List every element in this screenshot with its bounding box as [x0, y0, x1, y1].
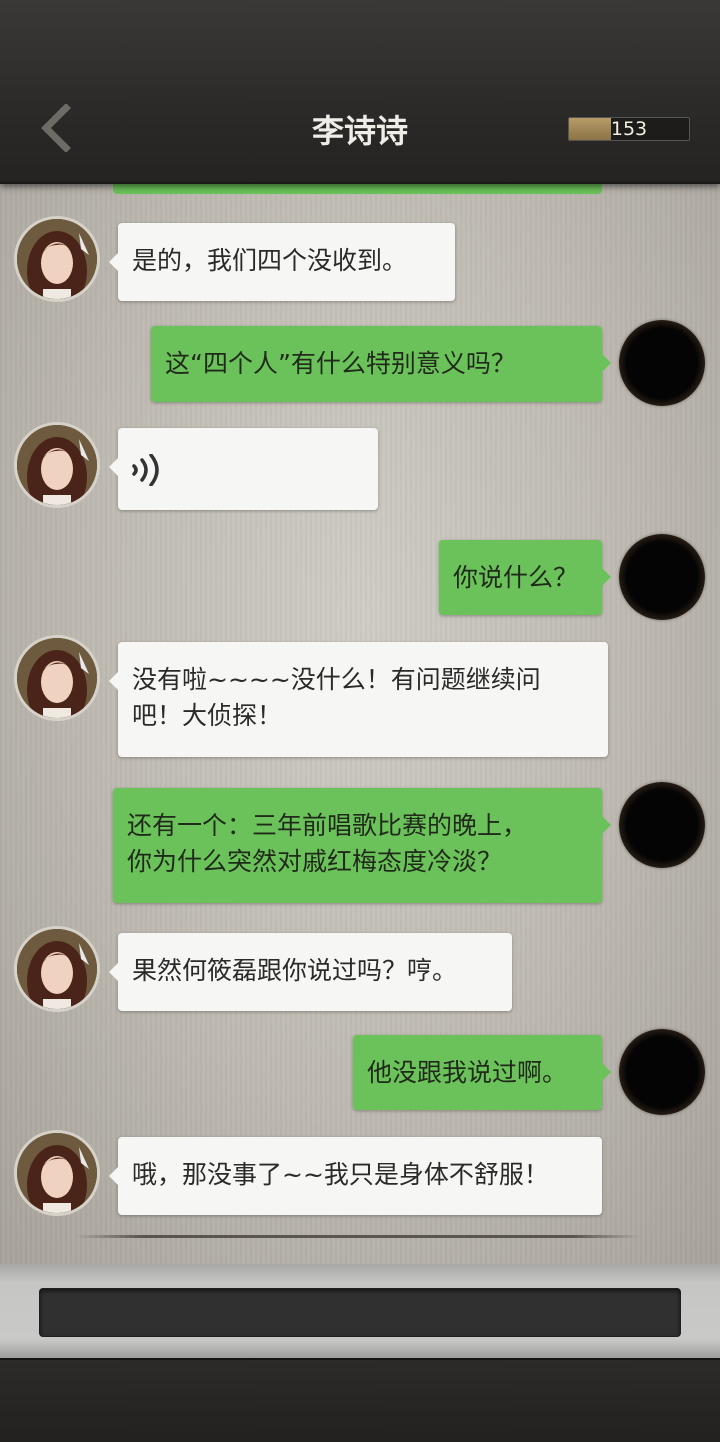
message-bubble-4[interactable]: 你说什么？	[439, 540, 611, 615]
chat-area[interactable]: 是的，我们四个没收到。 这“四个人”有什么特别意义吗？ 你说什么？ 没有啦~~~…	[0, 182, 720, 1264]
player-avatar[interactable]	[619, 782, 705, 868]
message-text: 果然何筱磊跟你说过吗？哼。	[132, 956, 458, 985]
girl-avatar-icon	[17, 929, 97, 1009]
message-bubble-5[interactable]: 没有啦~~~~没什么！有问题继续问 吧！大侦探！	[109, 642, 608, 757]
girl-avatar-icon	[17, 425, 97, 505]
message-bubble-1[interactable]: 是的，我们四个没收到。	[109, 223, 455, 301]
contact-avatar[interactable]	[14, 926, 100, 1012]
player-avatar[interactable]	[619, 534, 705, 620]
voice-icon	[132, 454, 159, 486]
message-text-line: 你为什么突然对戚红梅态度冷淡？	[127, 847, 503, 876]
girl-avatar-icon	[17, 638, 97, 718]
message-text: 是的，我们四个没收到。	[132, 246, 408, 275]
top-bar: 李诗诗 153	[0, 0, 720, 184]
message-text-line: 吧！大侦探！	[132, 701, 283, 730]
girl-avatar-icon	[17, 1133, 97, 1213]
message-text-line: 没有啦~~~~没什么！有问题继续问	[132, 665, 541, 694]
counter-value: 153	[610, 118, 648, 140]
message-text: 哦，那没事了~~我只是身体不舒服！	[132, 1160, 549, 1189]
bottom-bar	[0, 1358, 720, 1442]
message-text: 这“四个人”有什么特别意义吗？	[165, 349, 516, 378]
counter-badge: 153	[568, 117, 690, 141]
message-text: 你说什么？	[453, 563, 579, 592]
message-input[interactable]	[39, 1288, 681, 1337]
input-bar	[0, 1264, 720, 1358]
contact-avatar[interactable]	[14, 422, 100, 508]
message-bubble-6[interactable]: 还有一个：三年前唱歌比赛的晚上， 你为什么突然对戚红梅态度冷淡？	[113, 788, 611, 903]
contact-avatar[interactable]	[14, 635, 100, 721]
voice-message-bubble[interactable]	[109, 428, 378, 510]
chat-divider	[75, 1235, 640, 1238]
message-bubble-9[interactable]: 哦，那没事了~~我只是身体不舒服！	[109, 1137, 602, 1215]
message-text: 他没跟我说过啊。	[367, 1058, 568, 1087]
message-bubble-8[interactable]: 他没跟我说过啊。	[353, 1035, 611, 1110]
player-avatar[interactable]	[619, 320, 705, 406]
message-bubble-7[interactable]: 果然何筱磊跟你说过吗？哼。	[109, 933, 512, 1011]
girl-avatar-icon	[17, 219, 97, 299]
player-avatar[interactable]	[619, 1029, 705, 1115]
message-text-line: 还有一个：三年前唱歌比赛的晚上，	[127, 811, 528, 840]
message-bubble-2[interactable]: 这“四个人”有什么特别意义吗？	[151, 326, 611, 402]
contact-avatar[interactable]	[14, 1130, 100, 1216]
contact-avatar[interactable]	[14, 216, 100, 302]
